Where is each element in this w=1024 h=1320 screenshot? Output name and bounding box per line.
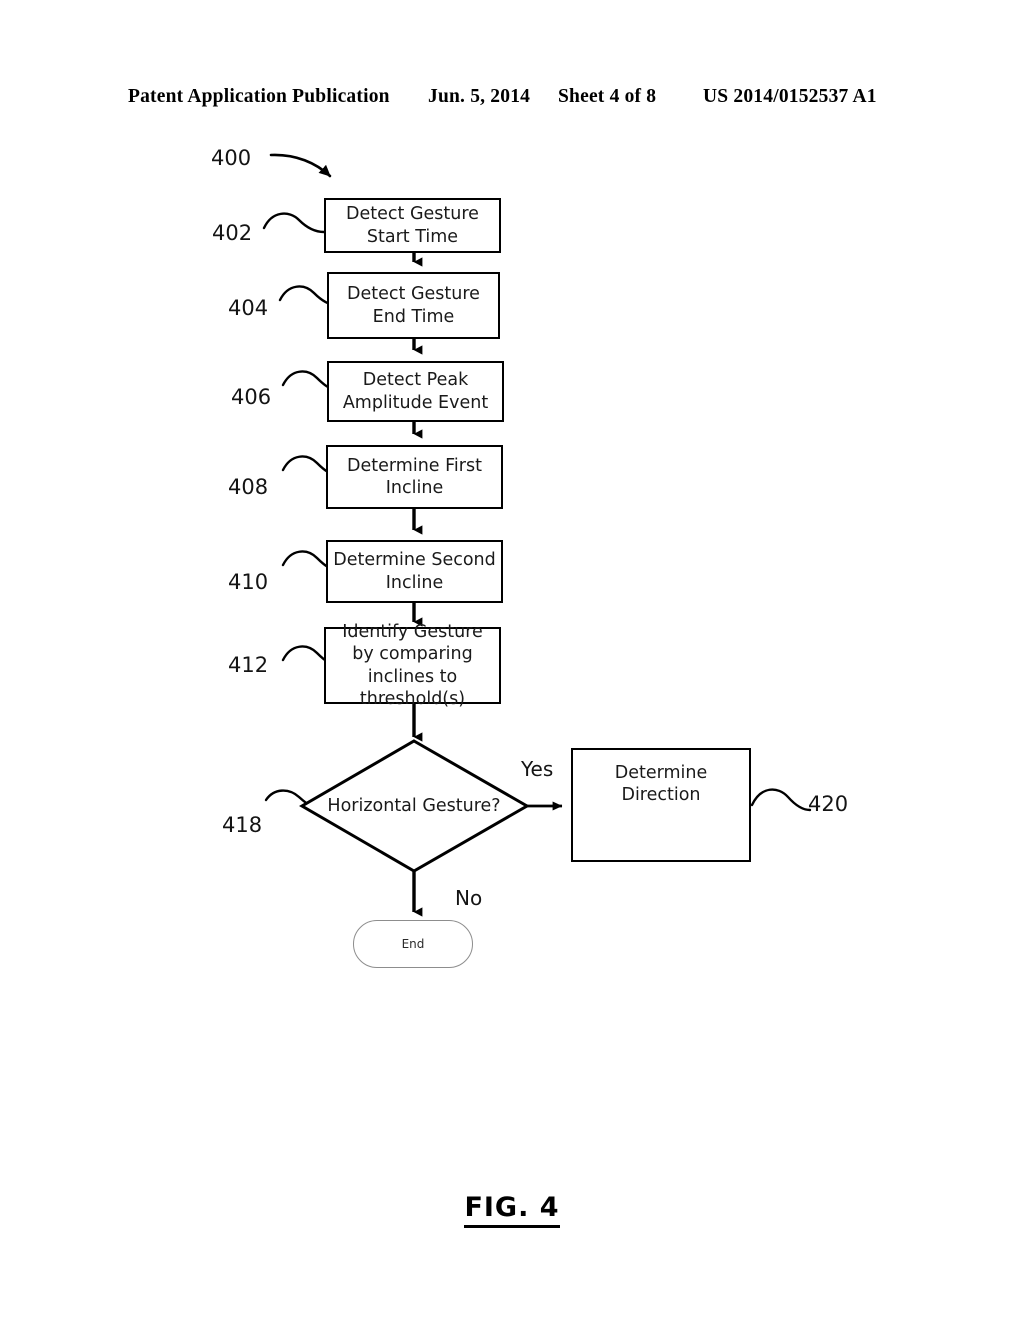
decision-label-418: Horizontal Gesture? [327,796,501,816]
process-box-408[interactable]: Determine First Incline [326,445,503,509]
process-box-412[interactable]: Identify Gesture by comparing inclines t… [324,622,501,709]
lead-arrow-400 [269,153,332,178]
ref-numeral-412: 412 [228,653,269,677]
ref-numeral-420: 420 [808,792,849,816]
leader-squiggle-420 [750,788,812,812]
ref-numeral-406: 406 [231,385,272,409]
process-box-406[interactable]: Detect Peak Amplitude Event [327,361,504,422]
leader-squiggle-402 [262,212,326,234]
process-box-404[interactable]: Detect Gesture End Time [327,272,500,339]
ref-numeral-402: 402 [212,221,253,245]
ref-numeral-404: 404 [228,296,269,320]
process-box-410[interactable]: Determine Second Incline [326,540,503,603]
flowchart-diagram: 400 402 404 406 408 410 412 418 420 Dete… [0,0,1024,1320]
ref-numeral-408: 408 [228,475,269,499]
terminator-end[interactable]: End [353,920,473,968]
ref-numeral-418: 418 [222,813,263,837]
ref-numeral-400: 400 [211,146,252,170]
ref-numeral-410: 410 [228,570,269,594]
branch-label-yes: Yes [521,757,554,781]
process-box-420[interactable]: Determine Direction [571,748,751,862]
figure-caption-text: FIG. 4 [464,1192,560,1228]
process-box-402[interactable]: Detect Gesture Start Time [324,198,501,253]
branch-label-no: No [455,886,483,910]
flowchart-connectors [262,153,812,917]
figure-caption: FIG. 4 [0,1192,1024,1228]
